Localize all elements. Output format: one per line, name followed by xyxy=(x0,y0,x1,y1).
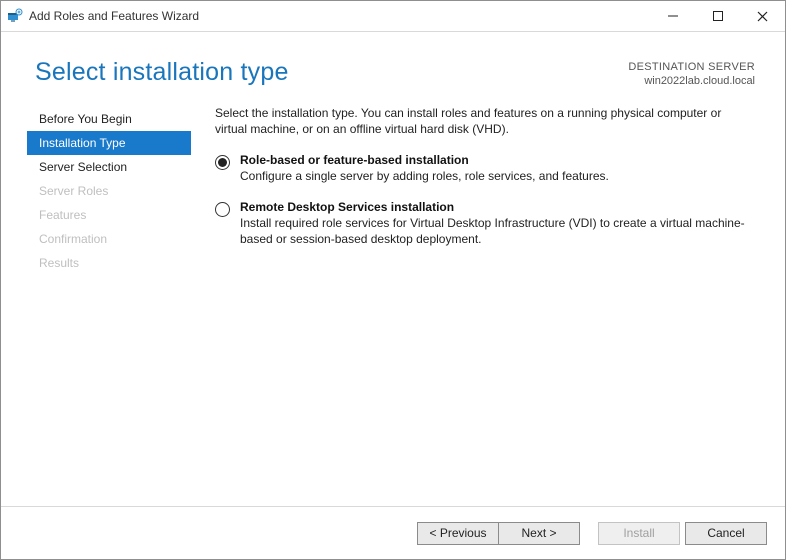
wizard-window: Add Roles and Features Wizard Select ins… xyxy=(0,0,786,560)
window-controls xyxy=(650,1,785,31)
destination-server-name: win2022lab.cloud.local xyxy=(628,74,755,88)
option-rds-desc: Install required role services for Virtu… xyxy=(240,215,755,247)
step-server-selection[interactable]: Server Selection xyxy=(23,155,191,179)
minimize-button[interactable] xyxy=(650,1,695,31)
main-panel: Select the installation type. You can in… xyxy=(191,105,765,506)
header: Select installation type DESTINATION SER… xyxy=(1,32,785,99)
radio-role-based[interactable] xyxy=(215,155,230,170)
close-button[interactable] xyxy=(740,1,785,31)
option-rds-title: Remote Desktop Services installation xyxy=(240,200,755,214)
radio-rds[interactable] xyxy=(215,202,230,217)
footer: < Previous Next > Install Cancel xyxy=(1,506,785,559)
step-features: Features xyxy=(23,203,191,227)
option-role-based[interactable]: Role-based or feature-based installation… xyxy=(215,153,755,184)
previous-button[interactable]: < Previous xyxy=(417,522,499,545)
destination-server-box: DESTINATION SERVER win2022lab.cloud.loca… xyxy=(628,58,755,89)
install-button: Install xyxy=(598,522,680,545)
intro-text: Select the installation type. You can in… xyxy=(215,105,755,137)
window-title: Add Roles and Features Wizard xyxy=(29,9,650,23)
next-button[interactable]: Next > xyxy=(498,522,580,545)
step-before-you-begin[interactable]: Before You Begin xyxy=(23,107,191,131)
step-server-roles: Server Roles xyxy=(23,179,191,203)
option-role-based-desc: Configure a single server by adding role… xyxy=(240,168,755,184)
titlebar: Add Roles and Features Wizard xyxy=(1,1,785,32)
server-manager-icon xyxy=(7,8,23,24)
option-role-based-title: Role-based or feature-based installation xyxy=(240,153,755,167)
option-rds[interactable]: Remote Desktop Services installation Ins… xyxy=(215,200,755,247)
maximize-button[interactable] xyxy=(695,1,740,31)
page-title: Select installation type xyxy=(35,58,289,87)
step-confirmation: Confirmation xyxy=(23,227,191,251)
step-results: Results xyxy=(23,251,191,275)
wizard-steps: Before You Begin Installation Type Serve… xyxy=(23,105,191,506)
body: Before You Begin Installation Type Serve… xyxy=(1,99,785,506)
step-installation-type[interactable]: Installation Type xyxy=(27,131,191,155)
destination-label: DESTINATION SERVER xyxy=(628,60,755,74)
cancel-button[interactable]: Cancel xyxy=(685,522,767,545)
